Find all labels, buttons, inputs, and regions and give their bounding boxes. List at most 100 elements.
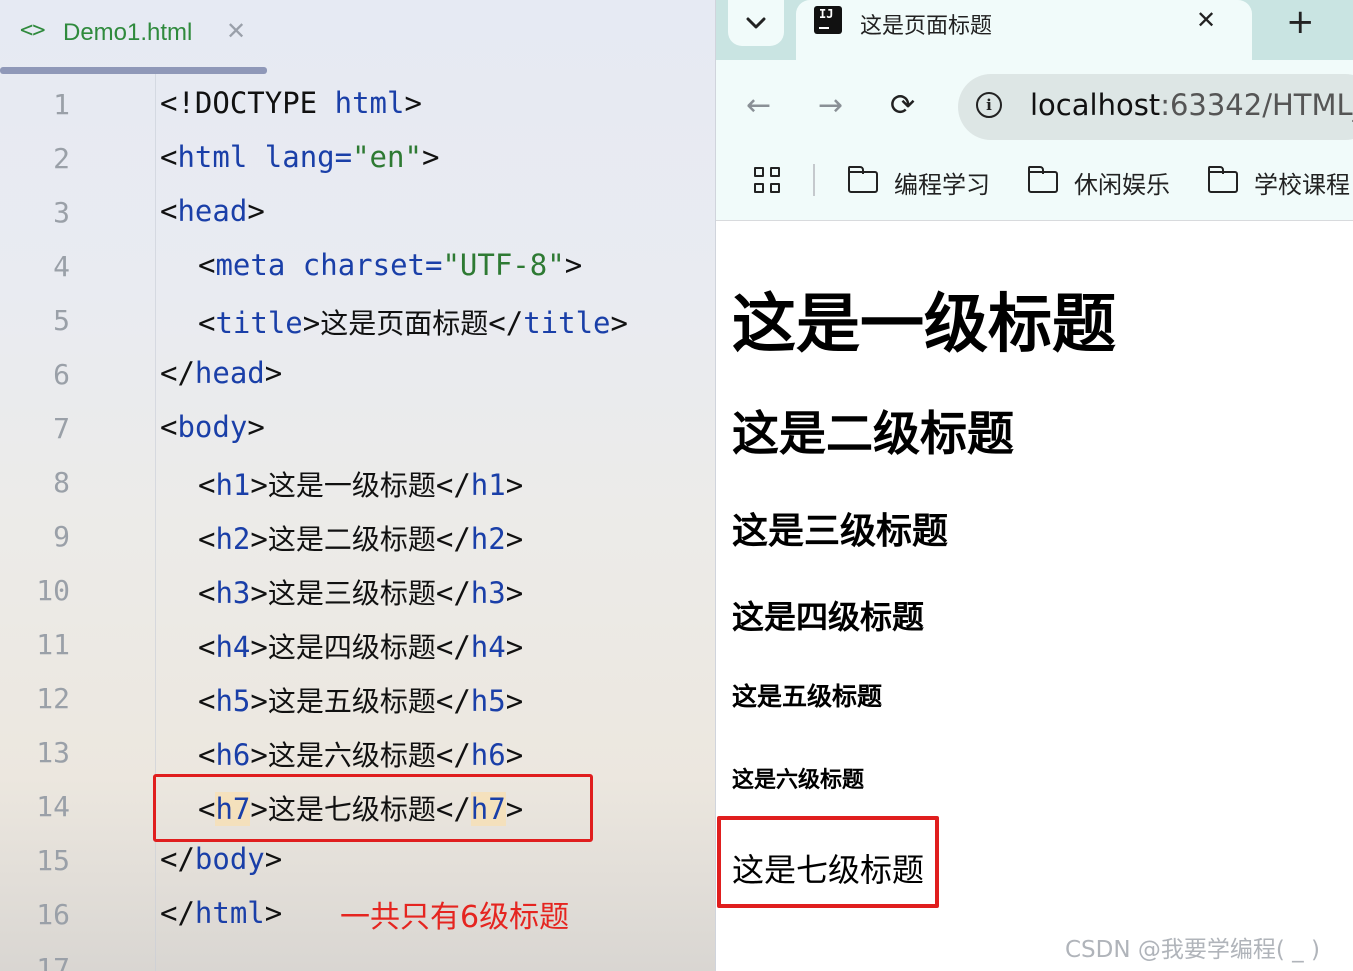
code-token-bracket: < [198,630,216,664]
code-token-bracket: <!DOCTYPE [160,86,335,120]
line-code: <h6>这是六级标题</h6> [198,734,523,774]
line-number: 15 [36,844,70,877]
code-line[interactable]: 1 <!DOCTYPE html> [0,78,715,132]
code-token-bracket: > [247,410,265,444]
close-icon[interactable]: ✕ [1196,6,1216,34]
code-token-text: 这是一级标题 [267,469,436,502]
line-code: </head> [160,356,282,390]
code-token-bracket: > [505,684,524,718]
line-code: <body> [160,410,265,444]
code-token-tag: head [194,356,265,390]
code-token-tag: h2 [470,522,506,556]
code-token-tag: html [334,86,405,120]
code-token-tag: body [194,842,265,876]
line-code: </html> [160,896,282,930]
code-line[interactable]: 3 <head> [0,186,715,240]
bookmark-folder-2[interactable]: 休闲娱乐 [1027,162,1170,202]
forward-arrow-icon[interactable]: → [818,88,843,123]
code-token-bracket: < [198,468,216,502]
code-token-attr: lang= [264,140,353,174]
address-bar[interactable]: i localhost:63342/HTML_2 [958,74,1353,140]
code-token-bracket: > [250,684,268,718]
code-line[interactable]: 5 <title>这是页面标题</title> [0,294,715,348]
code-token-bracket: > [505,630,524,664]
code-token-tag: html [194,896,265,930]
url-host: localhost [1030,88,1161,122]
code-token-bracket: > [564,248,583,282]
code-token-bracket: </ [435,630,471,664]
code-token-tag: html [177,140,265,174]
line-code: <h2>这是二级标题</h2> [198,518,523,558]
code-token-tag: h6 [470,738,506,772]
tab-search-button[interactable] [728,0,784,46]
rendered-page: 这是一级标题 这是二级标题 这是三级标题 这是四级标题 这是五级标题 这是六级标… [716,221,1353,971]
code-token-bracket: </ [435,576,471,610]
code-line[interactable]: 17 [0,942,715,971]
code-token-text: 这是四级标题 [267,631,436,664]
apps-grid-icon[interactable] [754,167,782,195]
code-token-val: "en" [352,140,422,174]
line-number: 17 [36,952,70,971]
close-icon[interactable]: ✕ [226,17,246,45]
code-token-bracket: > [610,306,628,340]
code-line[interactable]: 6 </head> [0,348,715,402]
browser-tab-title: 这是页面标题 [860,14,993,39]
code-token-bracket: </ [435,522,471,556]
code-line[interactable]: 7 <body> [0,402,715,456]
code-token-bracket: > [505,576,524,610]
active-tab-indicator [0,67,267,74]
line-number: 10 [36,574,70,607]
reload-icon[interactable]: ⟳ [890,88,915,123]
editor-tab-demo1[interactable]: <> Demo1.html ✕ [0,0,266,74]
code-line[interactable]: 2 <html lang="en"> [0,132,715,186]
bookmark-label: 编程学习 [894,170,990,199]
folder-icon [1027,166,1058,193]
code-token-tag: head [177,194,248,228]
code-token-tag: h1 [215,468,251,502]
heading-h3: 这是三级标题 [732,511,949,552]
code-token-text: 这是页面标题 [320,307,489,340]
code-token-bracket: </ [488,306,524,340]
code-token-bracket: < [160,140,178,174]
code-token-text: 这是五级标题 [267,685,436,718]
code-line[interactable]: 4 <meta charset="UTF-8"> [0,240,715,294]
code-line[interactable]: 11 <h4>这是四级标题</h4> [0,618,715,672]
line-code: <head> [160,194,265,228]
line-number: 16 [36,898,70,931]
bookmark-label: 休闲娱乐 [1074,170,1170,199]
line-number: 14 [36,790,70,823]
browser-tab-active[interactable]: IJ 这是页面标题 ✕ [796,0,1252,60]
code-token-bracket: < [198,248,216,282]
code-line[interactable]: 15 </body> [0,834,715,888]
back-arrow-icon[interactable]: ← [746,88,771,123]
code-line[interactable]: 13 <h6>这是六级标题</h6> [0,726,715,780]
new-tab-button[interactable]: + [1286,2,1315,42]
line-number: 13 [36,736,70,769]
info-icon[interactable]: i [976,92,1002,118]
line-code: <h3>这是三级标题</h3> [198,572,523,612]
code-token-bracket: < [198,738,216,772]
line-number: 2 [53,142,70,175]
code-token-bracket: </ [160,842,195,876]
code-line[interactable]: 10 <h3>这是三级标题</h3> [0,564,715,618]
editor-tab-bar: <> Demo1.html ✕ [0,0,715,74]
code-line[interactable]: 9 <h2>这是二级标题</h2> [0,510,715,564]
code-token-bracket: </ [160,896,195,930]
line-code: <html lang="en"> [160,140,439,174]
line-code: <h5>这是五级标题</h5> [198,680,523,720]
code-token-tag: h1 [470,468,506,502]
code-line[interactable]: 12 <h5>这是五级标题</h5> [0,672,715,726]
heading-h4: 这是四级标题 [732,598,925,636]
code-token-val: "UTF-8" [442,248,565,282]
code-token-bracket: > [302,306,321,340]
code-token-tag: h3 [470,576,506,610]
line-number: 12 [36,682,70,715]
code-token-bracket: > [505,522,524,556]
bookmark-folder-3[interactable]: 学校课程 [1207,162,1350,202]
bookmark-label: 学校课程 [1254,170,1350,199]
bookmark-folder-1[interactable]: 编程学习 [847,162,990,202]
code-token-bracket: < [198,576,216,610]
bookmarks-divider [813,164,815,196]
code-token-tag: h6 [215,738,251,772]
code-line[interactable]: 8 <h1>这是一级标题</h1> [0,456,715,510]
